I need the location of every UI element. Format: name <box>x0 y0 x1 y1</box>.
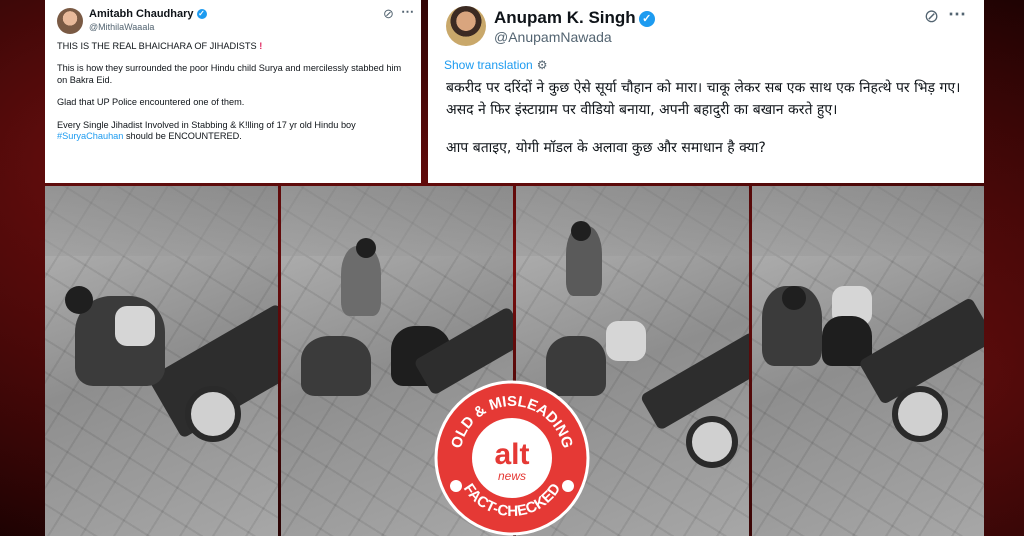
alt-news-logo-news: news <box>498 469 526 483</box>
author-handle[interactable]: @MithilaWaaala <box>89 22 154 32</box>
cross-icon <box>562 480 574 492</box>
tweet-card-left: Amitabh Chaudhary ✓ @MithilaWaaala ⊘ ⋯ TH… <box>45 0 421 183</box>
avatar[interactable] <box>446 6 486 46</box>
hashtag-link[interactable]: #SuryaChauhan <box>57 131 123 141</box>
person <box>300 336 371 396</box>
grok-icon[interactable]: ⊘ <box>383 6 394 22</box>
author-handle[interactable]: @AnupamNawada <box>494 29 612 45</box>
cross-icon <box>450 480 462 492</box>
tweet-text: THIS IS THE REAL BHAICHARA OF JIHADISTS … <box>57 41 402 142</box>
tweet-text: बकरीद पर दरिंदों ने कुछ ऐसे सूर्या चौहान… <box>446 80 961 156</box>
show-translation-link[interactable]: Show translation ⚙ <box>444 58 547 72</box>
grok-icon[interactable]: ⊘ <box>924 6 939 27</box>
video-frame <box>751 186 984 536</box>
globe-icon: ⚙ <box>536 58 548 72</box>
verified-badge-icon: ✓ <box>638 10 655 27</box>
alt-news-logo: alt <box>494 438 529 471</box>
author-name[interactable]: Anupam K. Singh ✓ <box>494 8 655 28</box>
avatar[interactable] <box>57 8 83 34</box>
verified-badge-icon: ✓ <box>196 9 207 20</box>
fact-check-badge: OLD & MISLEADING FACT-CHECKED alt news <box>434 380 590 536</box>
more-options-icon[interactable]: ⋯ <box>401 4 414 20</box>
more-options-icon[interactable]: ⋯ <box>948 4 966 25</box>
exclamation-icon: ! <box>259 41 263 51</box>
author-name[interactable]: Amitabh Chaudhary ✓ <box>89 8 207 20</box>
tweet-card-right: Anupam K. Singh ✓ @AnupamNawada ⊘ ⋯ Show … <box>428 0 984 183</box>
motorcycle <box>639 331 749 431</box>
video-frame <box>45 186 278 536</box>
